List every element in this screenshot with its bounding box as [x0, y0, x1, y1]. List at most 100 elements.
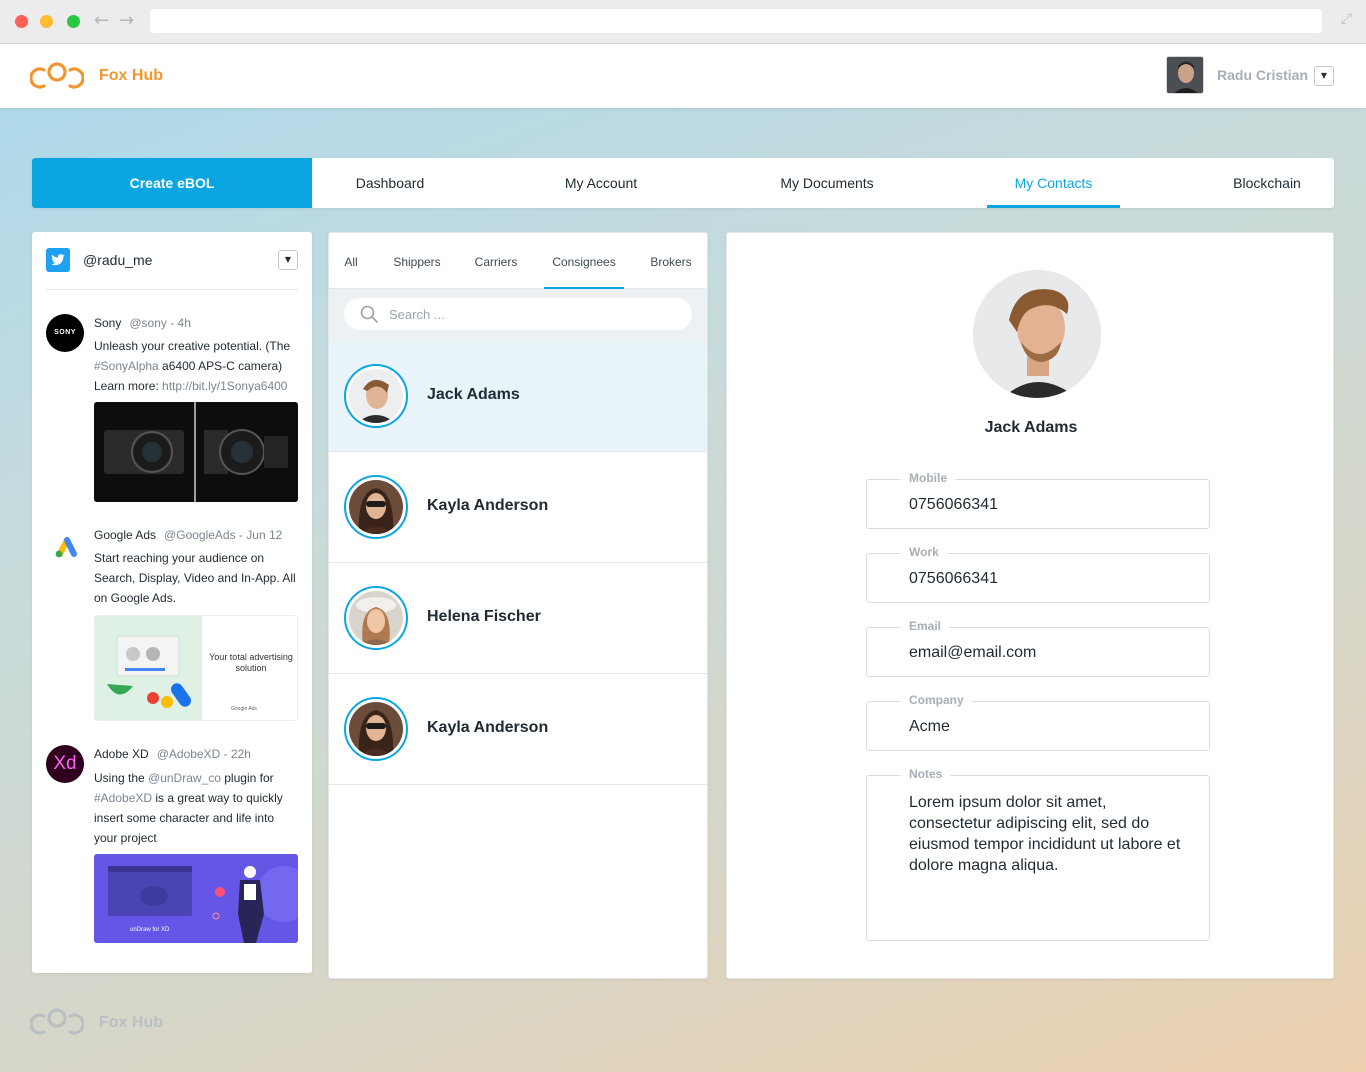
tweet-text-part: plugin for — [220, 771, 274, 785]
mobile-label: Mobile — [901, 471, 955, 485]
email-value[interactable]: email@email.com — [909, 644, 1036, 662]
search-input[interactable]: Search ... — [344, 298, 692, 330]
twitter-icon — [46, 248, 70, 272]
undraw-caption: unDraw for XD — [130, 927, 170, 933]
chevron-down-icon[interactable]: ▼ — [1314, 66, 1334, 86]
twitter-handle[interactable]: @radu_me — [83, 252, 152, 268]
email-label: Email — [901, 619, 950, 633]
mobile-field[interactable]: Mobile 0756066341 — [866, 471, 1210, 529]
notes-label: Notes — [901, 767, 951, 781]
adobe-xd-icon: Xd — [53, 753, 77, 774]
tweet-author[interactable]: Adobe XD — [94, 747, 149, 761]
contact-avatar — [344, 364, 408, 428]
user-avatar[interactable] — [1166, 56, 1204, 94]
contact-filter-tabs: All Shippers Carriers Consignees Brokers — [329, 233, 707, 289]
contact-avatar — [344, 586, 408, 650]
twitter-feed-panel: @radu_me ▼ SONY Sony @sony - 4h Unleash y… — [32, 232, 312, 973]
address-bar[interactable] — [150, 9, 1322, 33]
brand-name[interactable]: Fox Hub — [99, 67, 163, 85]
google-ads-avatar[interactable] — [46, 526, 84, 564]
mention-link[interactable]: @unDraw_co — [148, 771, 221, 785]
url-link[interactable]: http://bit.ly/1Sonya6400 — [162, 379, 287, 393]
filter-tab-all[interactable]: All — [341, 233, 361, 289]
browser-chrome: ← → ⤢ — [0, 0, 1366, 44]
tweet-text-part: Unleash your creative potential. (The — [94, 339, 291, 353]
company-field[interactable]: Company Acme — [866, 693, 1210, 751]
divider — [46, 289, 298, 290]
contact-detail-name: Jack Adams — [984, 419, 1078, 436]
contact-item[interactable]: Jack Adams — [329, 341, 707, 452]
footer-brand-name: Fox Hub — [99, 1014, 163, 1031]
chevron-down-icon[interactable]: ▼ — [278, 250, 298, 270]
hashtag-link[interactable]: #AdobeXD — [94, 791, 152, 805]
tweet-text: Using the @unDraw_co plugin for #AdobeXD… — [94, 768, 300, 848]
contact-detail-panel: Jack Adams Mobile 0756066341 Work 075606… — [726, 232, 1334, 979]
contact-name: Helena Fischer — [427, 608, 541, 625]
tweet-header: Google Ads @GoogleAds - Jun 12 — [94, 528, 282, 542]
notes-value[interactable]: Lorem ipsum dolor sit amet, consectetur … — [909, 792, 1189, 876]
contact-photo — [973, 270, 1101, 398]
maximize-window-button[interactable] — [67, 15, 80, 28]
tab-my-contacts[interactable]: My Contacts — [987, 158, 1120, 208]
app-header: Fox Hub Radu Cristian ▼ — [0, 44, 1366, 108]
sony-logo-text: SONY — [54, 329, 76, 336]
tweet-author[interactable]: Sony — [94, 316, 121, 330]
tab-blockchain[interactable]: Blockchain — [1222, 158, 1312, 208]
search-bar-area: Search ... — [329, 289, 707, 341]
fox-hub-logo-icon[interactable] — [30, 60, 84, 92]
email-field[interactable]: Email email@email.com — [866, 619, 1210, 677]
fullscreen-icon[interactable]: ⤢ — [1341, 11, 1352, 27]
tweet-text: Unleash your creative potential. (The #S… — [94, 336, 300, 396]
back-arrow-icon[interactable]: ← — [94, 10, 109, 32]
tweet-image-undraw[interactable]: unDraw for XD — [94, 854, 298, 943]
company-value[interactable]: Acme — [909, 718, 950, 736]
filter-tab-carriers[interactable]: Carriers — [472, 233, 520, 289]
ad-caption: Your total advertising solution — [209, 652, 293, 673]
main-nav: Create eBOL Dashboard My Account My Docu… — [32, 158, 1334, 208]
work-value[interactable]: 0756066341 — [909, 570, 998, 588]
contact-avatar — [344, 475, 408, 539]
tweet-text-part: Using the — [94, 771, 149, 785]
contacts-panel: All Shippers Carriers Consignees Brokers… — [328, 232, 708, 979]
tab-dashboard[interactable]: Dashboard — [342, 158, 438, 208]
filter-tab-shippers[interactable]: Shippers — [389, 233, 445, 289]
minimize-window-button[interactable] — [40, 15, 53, 28]
tweet-author[interactable]: Google Ads — [94, 528, 156, 542]
forward-arrow-icon[interactable]: → — [119, 10, 134, 32]
tweet-image-google-ads[interactable]: Your total advertising solution Google A… — [94, 615, 298, 721]
company-label: Company — [901, 693, 972, 707]
tweet-image-camera[interactable] — [94, 402, 298, 502]
tweet-meta[interactable]: @AdobeXD - 22h — [157, 747, 251, 761]
tab-my-documents[interactable]: My Documents — [772, 158, 882, 208]
user-name[interactable]: Radu Cristian — [1217, 67, 1308, 83]
notes-field[interactable]: Notes Lorem ipsum dolor sit amet, consec… — [866, 767, 1210, 941]
create-ebol-button[interactable]: Create eBOL — [32, 158, 312, 208]
filter-tab-brokers[interactable]: Brokers — [646, 233, 696, 289]
google-ads-icon — [55, 537, 77, 558]
tweet-text: Start reaching your audience on Search, … — [94, 551, 296, 605]
tweet-header: Adobe XD @AdobeXD - 22h — [94, 747, 251, 761]
contact-item[interactable]: Kayla Anderson — [329, 452, 707, 563]
work-field[interactable]: Work 0756066341 — [866, 545, 1210, 603]
tweet-meta[interactable]: @sony - 4h — [129, 316, 191, 330]
search-placeholder: Search ... — [389, 307, 445, 322]
tab-my-account[interactable]: My Account — [554, 158, 648, 208]
close-window-button[interactable] — [15, 15, 28, 28]
contact-item[interactable]: Kayla Anderson — [329, 674, 707, 785]
contact-item[interactable]: Helena Fischer — [329, 563, 707, 674]
hashtag-link[interactable]: #SonyAlpha — [94, 359, 159, 373]
google-ads-small-logo: Google Ads — [231, 706, 257, 712]
contact-name: Kayla Anderson — [427, 719, 549, 736]
work-label: Work — [901, 545, 947, 559]
sony-avatar[interactable]: SONY — [46, 314, 84, 352]
filter-tab-consignees[interactable]: Consignees — [544, 233, 624, 289]
contact-name: Jack Adams — [427, 386, 520, 403]
search-icon — [360, 305, 378, 323]
tweet-meta[interactable]: @GoogleAds - Jun 12 — [164, 528, 282, 542]
adobe-xd-avatar[interactable]: Xd — [46, 745, 84, 783]
contact-avatar — [344, 697, 408, 761]
mobile-value[interactable]: 0756066341 — [909, 496, 998, 514]
fox-hub-footer-logo-icon — [30, 1008, 84, 1035]
contact-name: Kayla Anderson — [427, 497, 549, 514]
tweet-header: Sony @sony - 4h — [94, 316, 191, 330]
